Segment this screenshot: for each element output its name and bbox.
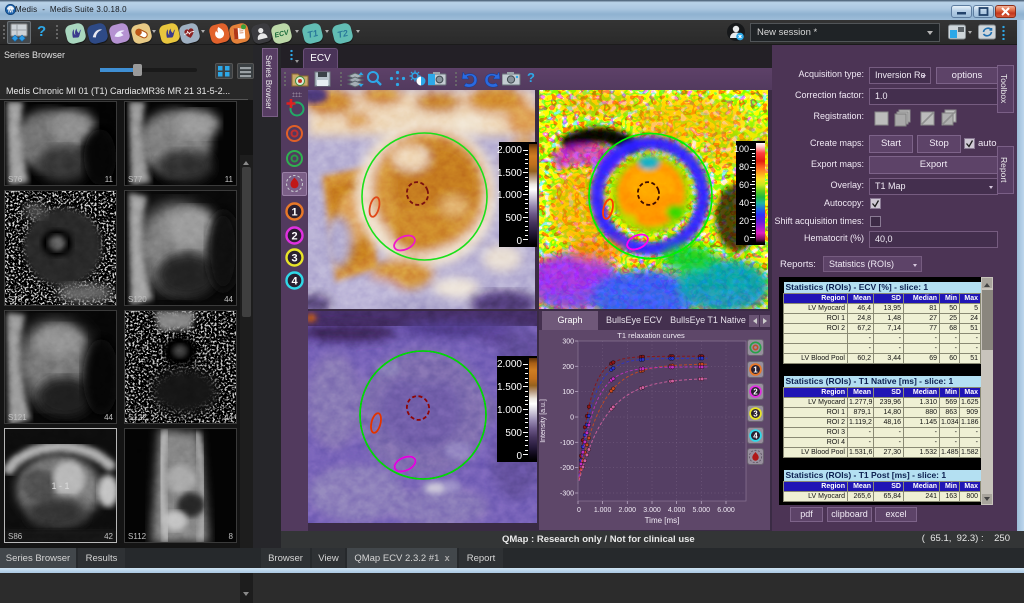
svg-text:4: 4 [291, 276, 298, 288]
svg-text:T1: T1 [306, 28, 319, 40]
svg-text:4: 4 [753, 431, 758, 440]
svg-text:1: 1 [291, 207, 297, 219]
svg-text:T2: T2 [336, 28, 349, 40]
svg-text:3.000: 3.000 [643, 507, 661, 514]
svg-text:-200: -200 [560, 465, 574, 472]
svg-text:2.000: 2.000 [619, 507, 637, 514]
svg-text:Time [ms]: Time [ms] [645, 516, 680, 525]
svg-text:0: 0 [577, 507, 581, 514]
svg-text:1: 1 [753, 365, 758, 374]
svg-text:2: 2 [291, 231, 297, 243]
svg-text:T1 relaxation curves: T1 relaxation curves [617, 331, 685, 340]
svg-text:5.000: 5.000 [693, 507, 711, 514]
svg-text:200: 200 [562, 364, 574, 371]
svg-text:300: 300 [562, 339, 574, 346]
svg-text:3: 3 [753, 409, 758, 418]
svg-text:1.000: 1.000 [594, 507, 612, 514]
svg-text:4.000: 4.000 [668, 507, 686, 514]
svg-text:6.000: 6.000 [717, 507, 735, 514]
svg-text:M: M [8, 8, 13, 14]
svg-text:-100: -100 [560, 440, 574, 447]
svg-text:Intensity [a.u.]: Intensity [a.u.] [540, 399, 547, 443]
svg-text:3: 3 [291, 253, 297, 265]
svg-text:-300: -300 [560, 491, 574, 498]
svg-text:2: 2 [753, 387, 758, 396]
svg-text:ECV: ECV [274, 29, 291, 40]
svg-text:100: 100 [562, 389, 574, 396]
svg-text:0: 0 [570, 415, 574, 422]
